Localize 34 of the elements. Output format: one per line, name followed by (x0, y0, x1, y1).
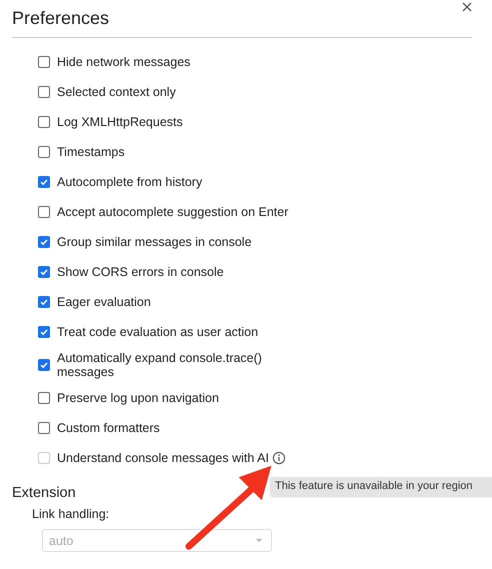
field-label: Link handling: (32, 507, 110, 521)
checkbox[interactable] (38, 422, 50, 434)
checkbox-label: Custom formatters (57, 421, 160, 435)
checkbox[interactable] (38, 326, 50, 338)
checkbox-label: Hide network messages (57, 55, 190, 69)
checkbox-label: Accept autocomplete suggestion on Enter (57, 205, 288, 219)
checkbox-label: Timestamps (57, 145, 125, 159)
tooltip: This feature is unavailable in your region (270, 477, 492, 496)
checkbox[interactable] (38, 266, 50, 278)
checkbox-label: Treat code evaluation as user action (57, 325, 258, 339)
checkbox[interactable] (38, 206, 50, 218)
checkbox-label: Preserve log upon navigation (57, 391, 219, 405)
checkbox[interactable] (38, 236, 50, 248)
checkbox[interactable] (38, 296, 50, 308)
checkbox[interactable] (38, 146, 50, 158)
checkbox-label: Show CORS errors in console (57, 265, 224, 279)
checkbox-label: Selected context only (57, 85, 176, 99)
close-icon[interactable] (462, 2, 472, 12)
checkbox-label: Understand console messages with AI (57, 451, 269, 465)
checkbox-label: Log XMLHttpRequests (57, 115, 183, 129)
checkbox[interactable] (38, 392, 50, 404)
checkbox-label: Eager evaluation (57, 295, 151, 309)
checkbox[interactable] (38, 359, 50, 371)
dropdown: auto (42, 529, 272, 552)
caret-icon (255, 538, 263, 543)
checkbox[interactable] (38, 56, 50, 68)
checkbox[interactable] (38, 176, 50, 188)
checkbox[interactable] (38, 86, 50, 98)
checkbox[interactable] (38, 116, 50, 128)
dialog-title: Preferences (12, 8, 110, 29)
checkbox-label: Autocomplete from history (57, 175, 202, 189)
checkbox-label: Automatically expand console.trace() messages (57, 351, 263, 379)
section-heading: Extension (12, 485, 76, 503)
checkbox-label: Group similar messages in console (57, 235, 252, 249)
